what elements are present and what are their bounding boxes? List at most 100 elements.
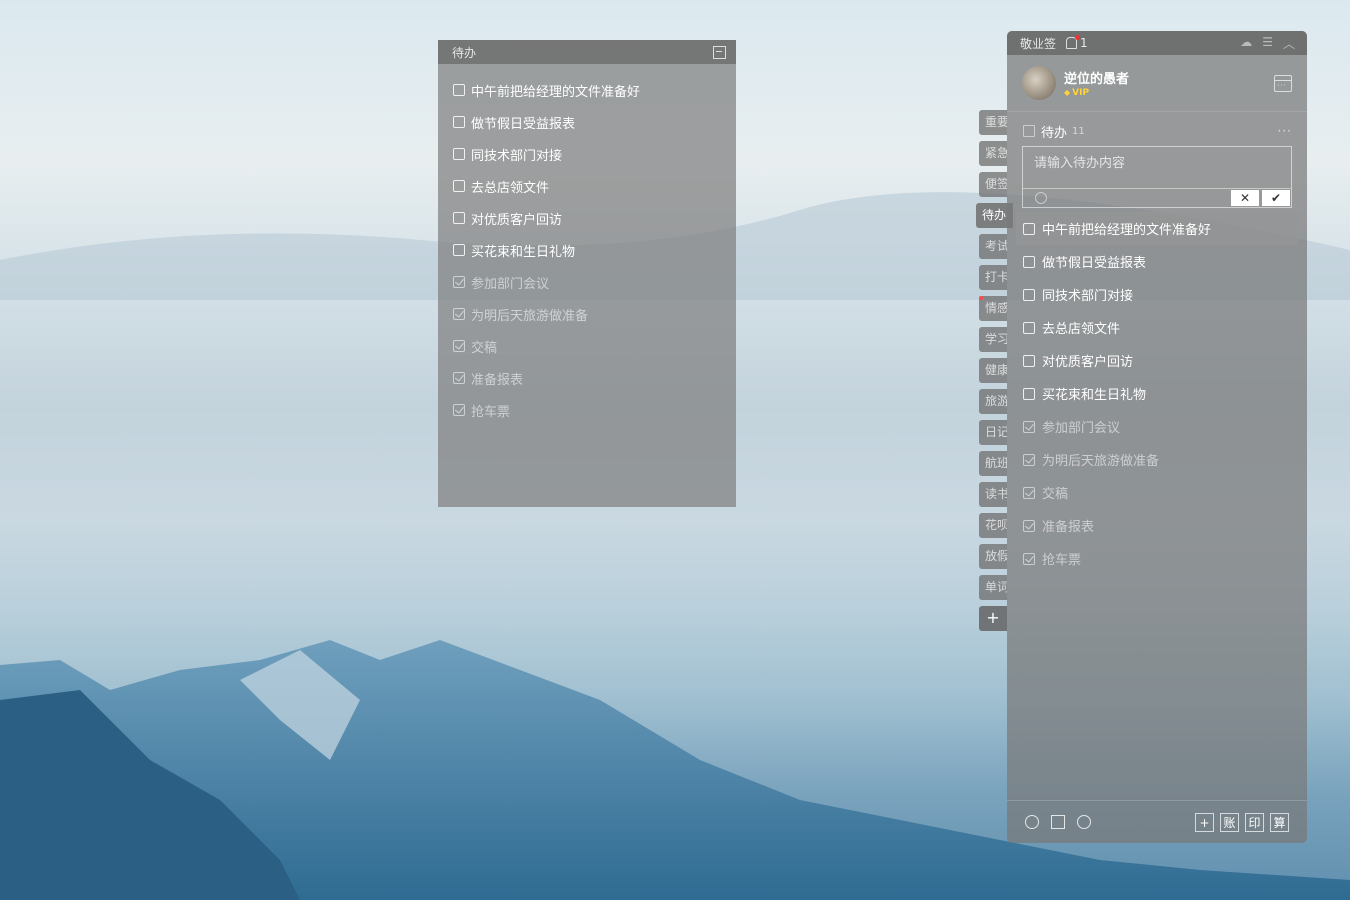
todo-checkbox[interactable] [1023, 519, 1035, 532]
todo-checkbox[interactable] [453, 372, 465, 384]
category-tab[interactable]: 学习 [979, 327, 1007, 352]
todo-item[interactable]: 做节假日受益报表 [453, 106, 736, 138]
footer-button[interactable]: 印 [1245, 812, 1264, 832]
todo-checkbox[interactable] [453, 244, 465, 256]
todo-text: 中午前把给经理的文件准备好 [471, 84, 641, 100]
menu-icon[interactable]: ☰ [1262, 35, 1273, 52]
todo-item[interactable]: 交稿 [453, 330, 736, 362]
todo-item[interactable]: 准备报表 [1016, 509, 1298, 542]
todo-input-box[interactable]: 请输入待办内容 ✕ ✔ [1022, 146, 1292, 208]
todo-checkbox[interactable] [1023, 255, 1035, 268]
floating-window-header[interactable]: 待办 [438, 40, 736, 64]
category-tab[interactable]: 单词 [979, 575, 1007, 600]
todo-item[interactable]: 准备报表 [453, 362, 736, 394]
todo-checkbox[interactable] [453, 404, 465, 416]
todo-checkbox[interactable] [453, 212, 465, 224]
avatar[interactable] [1022, 66, 1056, 100]
todo-item[interactable]: 为明后天旅游做准备 [1016, 443, 1298, 476]
category-tab[interactable]: 旅游 [979, 389, 1007, 414]
todo-item[interactable]: 参加部门会议 [453, 266, 736, 298]
todo-text: 买花束和生日礼物 [1042, 388, 1147, 403]
category-tab[interactable]: 紧急 [979, 141, 1007, 166]
vip-badge: VIP [1064, 88, 1129, 98]
todo-checkbox[interactable] [453, 84, 465, 96]
category-tab[interactable]: 花呗 [979, 513, 1007, 538]
todo-item[interactable]: 中午前把给经理的文件准备好 [1016, 212, 1298, 245]
todo-checkbox[interactable] [453, 180, 465, 192]
confirm-button[interactable]: ✔ [1262, 190, 1290, 206]
category-tab[interactable]: 考试 [979, 234, 1007, 259]
todo-checkbox[interactable] [453, 276, 465, 288]
category-tab[interactable]: 便签 [979, 172, 1007, 197]
todo-checkbox[interactable] [1023, 420, 1035, 433]
category-tab[interactable]: 读书 [979, 482, 1007, 507]
unread-dot [979, 296, 983, 300]
reminder-clock-icon[interactable] [1035, 192, 1047, 204]
todo-text: 参加部门会议 [1042, 421, 1121, 436]
calendar-icon[interactable] [1274, 74, 1292, 92]
todo-checkbox[interactable] [453, 148, 465, 160]
todo-checkbox[interactable] [1023, 387, 1035, 400]
todo-checkbox[interactable] [1023, 354, 1035, 367]
todo-checkbox[interactable] [453, 308, 465, 320]
todo-text: 对优质客户回访 [471, 212, 563, 228]
todo-item[interactable]: 参加部门会议 [1016, 410, 1298, 443]
footer-button[interactable]: 账 [1220, 812, 1239, 832]
category-tab[interactable]: 航班 [979, 451, 1007, 476]
cancel-button[interactable]: ✕ [1231, 190, 1259, 206]
category-tab[interactable]: 日记 [979, 420, 1007, 445]
category-tab[interactable]: 情感 [979, 296, 1007, 321]
user-panel: 逆位的愚者 VIP [1007, 55, 1307, 112]
add-category-button[interactable]: + [979, 606, 1007, 631]
calendar-check-icon[interactable] [1051, 815, 1065, 829]
footer-toolbar: + 账印算 [1007, 800, 1307, 843]
more-icon[interactable]: ··· [1278, 124, 1292, 138]
todo-checkbox[interactable] [453, 116, 465, 128]
todo-input-placeholder[interactable]: 请输入待办内容 [1034, 152, 1125, 171]
category-tab[interactable]: 放假 [979, 544, 1007, 569]
todo-item[interactable]: 同技术部门对接 [1016, 278, 1298, 311]
todo-checkbox[interactable] [1023, 552, 1035, 565]
section-header: 待办 11 ··· [1007, 112, 1307, 141]
search-icon[interactable] [1077, 815, 1091, 829]
main-window[interactable]: 敬业签 1 ☁ ☰ ︿ 逆位的愚者 VIP 待办 11 ··· 请输入待办内容 … [1007, 31, 1307, 843]
todo-checkbox[interactable] [1023, 486, 1035, 499]
floating-todo-window[interactable]: 待办 中午前把给经理的文件准备好做节假日受益报表同技术部门对接 去总店领文件 对优质… [438, 40, 736, 507]
todo-checkbox[interactable] [1023, 222, 1035, 235]
todo-item[interactable]: 对优质客户回访 [453, 202, 736, 234]
user-name: 逆位的愚者 [1064, 72, 1130, 87]
bell-icon[interactable] [1066, 35, 1081, 49]
section-count: 11 [1072, 125, 1085, 137]
category-tab[interactable]: 健康 [979, 358, 1007, 383]
todo-checkbox[interactable] [1023, 321, 1035, 334]
footer-button[interactable]: + [1195, 812, 1214, 832]
todo-item[interactable]: 买花束和生日礼物 [1016, 377, 1298, 410]
todo-text: 同技术部门对接 [1042, 289, 1134, 304]
todo-text: 中午前把给经理的文件准备好 [1042, 223, 1212, 238]
clock-icon[interactable] [1025, 815, 1039, 829]
todo-text: 去总店领文件 [471, 180, 550, 196]
todo-item[interactable]: 去总店领文件 [1016, 311, 1298, 344]
todo-checkbox[interactable] [453, 340, 465, 352]
cloud-icon[interactable]: ☁ [1240, 35, 1252, 52]
todo-text: 同技术部门对接 [471, 148, 563, 164]
todo-item[interactable]: 对优质客户回访 [1016, 344, 1298, 377]
todo-item[interactable]: 去总店领文件 [453, 170, 736, 202]
footer-button[interactable]: 算 [1270, 812, 1289, 832]
todo-item[interactable]: 交稿 [1016, 476, 1298, 509]
todo-item[interactable]: 抢车票 [453, 394, 736, 426]
todo-text: 准备报表 [1042, 520, 1095, 535]
todo-item[interactable]: 中午前把给经理的文件准备好 [453, 74, 736, 106]
todo-item[interactable]: 买花束和生日礼物 [453, 234, 736, 266]
category-tab[interactable]: 打卡 [979, 265, 1007, 290]
title-bar[interactable]: 敬业签 1 ☁ ☰ ︿ [1007, 31, 1307, 55]
todo-item[interactable]: 做节假日受益报表 [1016, 245, 1298, 278]
todo-item[interactable]: 同技术部门对接 [453, 138, 736, 170]
todo-item[interactable]: 抢车票 [1016, 542, 1298, 575]
todo-checkbox[interactable] [1023, 288, 1035, 301]
category-tab[interactable]: 重要 [979, 110, 1007, 135]
exit-icon[interactable] [713, 45, 726, 59]
collapse-icon[interactable]: ︿ [1283, 35, 1295, 52]
todo-item[interactable]: 为明后天旅游做准备 [453, 298, 736, 330]
todo-checkbox[interactable] [1023, 453, 1035, 466]
